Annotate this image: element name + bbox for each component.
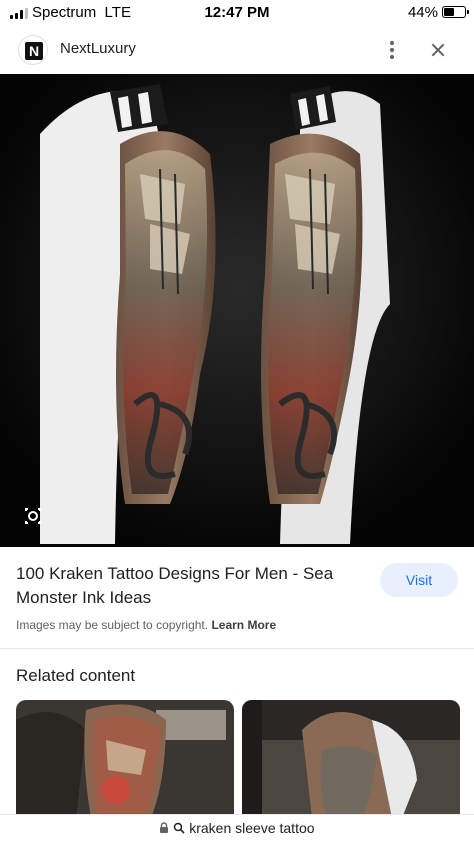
battery-icon bbox=[442, 6, 469, 18]
more-options-icon[interactable] bbox=[378, 36, 406, 64]
url-query: kraken sleeve tattoo bbox=[189, 820, 315, 836]
source-header: N NextLuxury bbox=[0, 26, 474, 74]
favicon-letter: N bbox=[25, 42, 43, 60]
visit-button[interactable]: Visit bbox=[380, 563, 458, 597]
url-bar[interactable]: kraken sleeve tattoo bbox=[0, 814, 474, 842]
battery-percentage: 44% bbox=[407, 4, 438, 21]
status-bar: Spectrum LTE 12:47 PM 44% bbox=[0, 0, 474, 26]
source-name[interactable]: NextLuxury bbox=[60, 40, 136, 57]
copyright-notice: Images may be subject to copyright. Lear… bbox=[16, 618, 276, 632]
site-favicon[interactable]: N bbox=[18, 35, 48, 65]
learn-more-link[interactable]: Learn More bbox=[211, 618, 276, 632]
clock: 12:47 PM bbox=[204, 4, 270, 21]
search-icon bbox=[173, 821, 185, 837]
result-title[interactable]: 100 Kraken Tattoo Designs For Men - Sea … bbox=[16, 562, 366, 610]
copyright-text: Images may be subject to copyright. bbox=[16, 618, 209, 632]
url-content: kraken sleeve tattoo bbox=[0, 820, 474, 837]
related-thumbnail-2[interactable] bbox=[242, 700, 460, 818]
tattoo-photo bbox=[0, 74, 474, 547]
lens-search-icon[interactable] bbox=[16, 499, 50, 533]
related-thumbnail-1[interactable] bbox=[16, 700, 234, 818]
divider bbox=[0, 648, 474, 649]
lock-icon bbox=[159, 821, 169, 837]
related-content-heading: Related content bbox=[16, 666, 136, 685]
main-image[interactable] bbox=[0, 74, 474, 547]
close-icon[interactable] bbox=[424, 36, 452, 64]
